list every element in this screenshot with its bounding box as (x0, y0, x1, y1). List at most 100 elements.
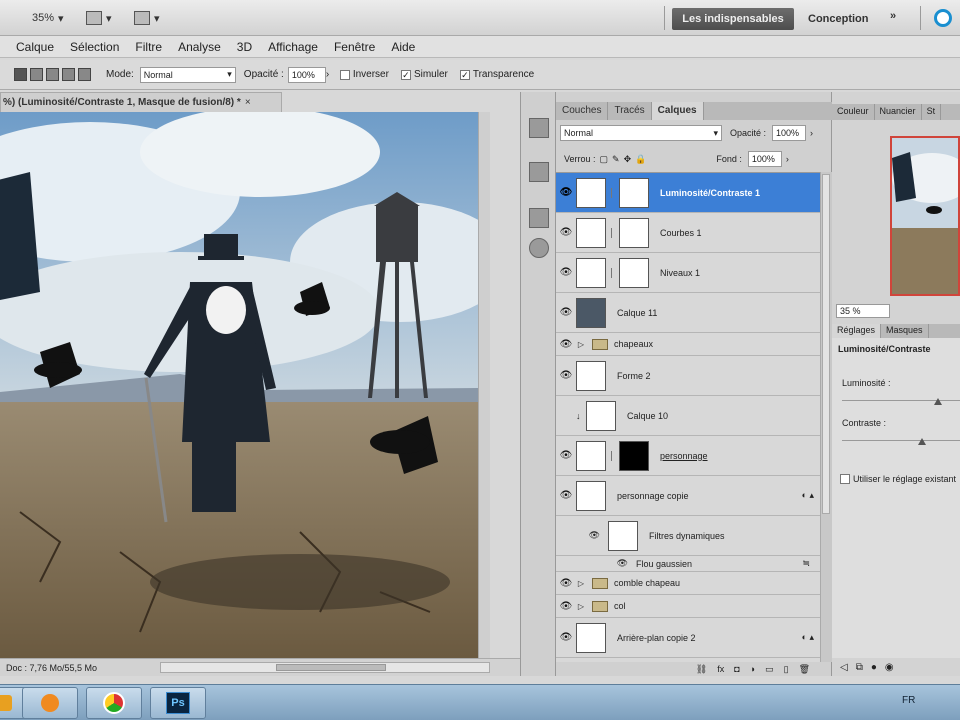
gradient-diamond-icon[interactable] (78, 68, 91, 81)
new-layer-icon[interactable]: ▯ (784, 664, 789, 675)
menu-selection[interactable]: Sélection (62, 40, 127, 54)
language-indicator[interactable]: FR (902, 695, 915, 706)
layer-opacity-input[interactable]: 100% (772, 125, 807, 141)
document-tab[interactable]: %) (Luminosité/Contraste 1, Masque de fu… (0, 92, 282, 112)
tab-masques[interactable]: Masques (881, 324, 929, 338)
arrange-documents-button[interactable]: ▾ (86, 8, 112, 28)
layer-row[interactable]: 👁 Luminosité/Contraste 1 (556, 173, 820, 213)
delete-layer-icon[interactable]: 🗑 (799, 664, 810, 675)
menu-filtre[interactable]: Filtre (127, 40, 170, 54)
lock-all-icon[interactable]: 🔒 (635, 154, 646, 165)
layer-row[interactable]: 👁 personnage (556, 436, 820, 476)
invert-checkbox[interactable] (339, 69, 350, 80)
layer-group-row[interactable]: 👁 ▷ col (556, 595, 820, 618)
screen-mode-button[interactable]: ▾ (134, 8, 160, 28)
return-icon[interactable]: ◁ (840, 662, 848, 673)
eye-icon[interactable]: 👁 (556, 307, 576, 318)
layer-row[interactable]: 👁 Niveaux 1 (556, 253, 820, 293)
gradient-linear-icon[interactable] (14, 68, 27, 81)
layers-scrollbar[interactable] (820, 172, 832, 662)
visibility-icon[interactable]: ● (871, 662, 877, 673)
tab-nuancier[interactable]: Nuancier (875, 104, 922, 120)
menu-fenetre[interactable]: Fenêtre (326, 40, 383, 54)
tab-couleur[interactable]: Couleur (832, 104, 875, 120)
mode-select[interactable]: Normal ▾ (139, 66, 236, 83)
tab-couches[interactable]: Couches (556, 102, 609, 120)
eye-icon[interactable]: 👁 (556, 601, 576, 612)
add-mask-icon[interactable]: ◘ (734, 664, 739, 674)
new-group-icon[interactable]: ▭ (765, 664, 774, 675)
scroll-thumb[interactable] (276, 664, 386, 671)
previous-state-icon[interactable]: ◉ (885, 662, 894, 673)
canvas-horizontal-scrollbar[interactable] (160, 662, 490, 673)
adjustment-layer-icon[interactable]: ◑ (750, 664, 755, 674)
eye-icon[interactable]: 👁 (556, 227, 576, 238)
layer-row[interactable]: 👁 Courbes 1 (556, 213, 820, 253)
tab-styles[interactable]: St (922, 104, 942, 120)
document-canvas[interactable] (0, 112, 478, 658)
layer-group-row[interactable]: 👁 ▷ chapeaux (556, 333, 820, 356)
gradient-angle-icon[interactable] (46, 68, 59, 81)
workspace-essentials-button[interactable]: Les indispensables (672, 8, 794, 30)
eye-icon[interactable]: 👁 (556, 530, 600, 541)
legacy-checkbox[interactable] (840, 474, 850, 484)
taskbar-photoshop[interactable]: Ps (150, 687, 206, 719)
taskbar-chrome[interactable] (86, 687, 142, 719)
blend-mode-select[interactable]: Normal ▾ (560, 125, 722, 141)
expand-triangle-icon[interactable]: ▷ (576, 602, 586, 611)
layer-row[interactable]: 👁 Forme 2 (556, 356, 820, 396)
eye-icon[interactable]: 👁 (556, 370, 576, 381)
tab-traces[interactable]: Tracés (608, 102, 652, 120)
navigator-zoom-input[interactable]: 35 % (836, 304, 890, 318)
menu-calque[interactable]: Calque (8, 40, 62, 54)
transparency-checkbox[interactable]: ✓ (459, 69, 470, 80)
menu-affichage[interactable]: Affichage (260, 40, 326, 54)
simulate-checkbox[interactable]: ✓ (400, 69, 411, 80)
opacity-arrow-icon[interactable]: › (326, 69, 330, 80)
eye-icon[interactable]: 👁 (556, 187, 576, 198)
clip-icon[interactable]: ⧉ (856, 662, 863, 673)
info-icon[interactable] (529, 208, 549, 228)
zoom-dropdown[interactable]: 35% ▾ (10, 8, 64, 28)
scroll-thumb[interactable] (822, 174, 830, 514)
canvas-area[interactable] (0, 112, 490, 658)
tab-calques[interactable]: Calques (651, 102, 704, 120)
lock-pixels-icon[interactable]: ✎ (612, 154, 620, 165)
cs-live-icon[interactable] (934, 9, 952, 27)
3d-icon[interactable] (529, 238, 549, 258)
layer-group-row[interactable]: 👁 ▷ comble chapeau (556, 572, 820, 595)
menu-3d[interactable]: 3D (229, 40, 260, 54)
fill-input[interactable]: 100% (747, 151, 782, 167)
contrast-slider[interactable] (842, 440, 960, 441)
layer-row[interactable]: 👁 personnage copie ◐ ▴ (556, 476, 820, 516)
expand-triangle-icon[interactable]: ▷ (576, 340, 586, 349)
eye-icon[interactable]: 👁 (556, 339, 576, 350)
contrast-slider-handle[interactable] (918, 438, 926, 445)
brightness-slider[interactable] (842, 400, 960, 401)
menu-analyse[interactable]: Analyse (170, 40, 229, 54)
actions-icon[interactable] (529, 162, 549, 182)
fill-arrow-icon[interactable]: › (786, 154, 789, 164)
fx-icon[interactable]: fx (717, 664, 724, 674)
brightness-slider-handle[interactable] (934, 398, 942, 405)
layer-row[interactable]: ↓ Calque 10 (556, 396, 820, 436)
expand-triangle-icon[interactable]: ▷ (576, 579, 586, 588)
eye-icon[interactable]: 👁 (556, 450, 576, 461)
gradient-reflected-icon[interactable] (62, 68, 75, 81)
smart-filters-row[interactable]: 👁 Filtres dynamiques (556, 516, 820, 556)
history-icon[interactable] (529, 118, 549, 138)
opacity-input[interactable]: 100% (287, 66, 326, 83)
smart-filter-icon[interactable]: ◐ ▴ (802, 490, 814, 501)
lock-transparency-icon[interactable]: ▢ (600, 154, 609, 165)
navigator-preview[interactable] (890, 136, 960, 296)
eye-icon[interactable]: 👁 (556, 267, 576, 278)
menu-aide[interactable]: Aide (383, 40, 423, 54)
link-layers-icon[interactable]: ⛓ (696, 664, 707, 675)
more-workspaces-button[interactable]: » (890, 10, 896, 22)
filter-item-row[interactable]: 👁 Flou gaussien ≒ (556, 556, 820, 572)
lock-position-icon[interactable]: ✥ (624, 154, 632, 165)
taskbar-media-player[interactable] (22, 687, 78, 719)
filter-options-icon[interactable]: ≒ (802, 558, 810, 569)
eye-icon[interactable]: 👁 (556, 578, 576, 589)
close-icon[interactable]: × (245, 97, 251, 108)
